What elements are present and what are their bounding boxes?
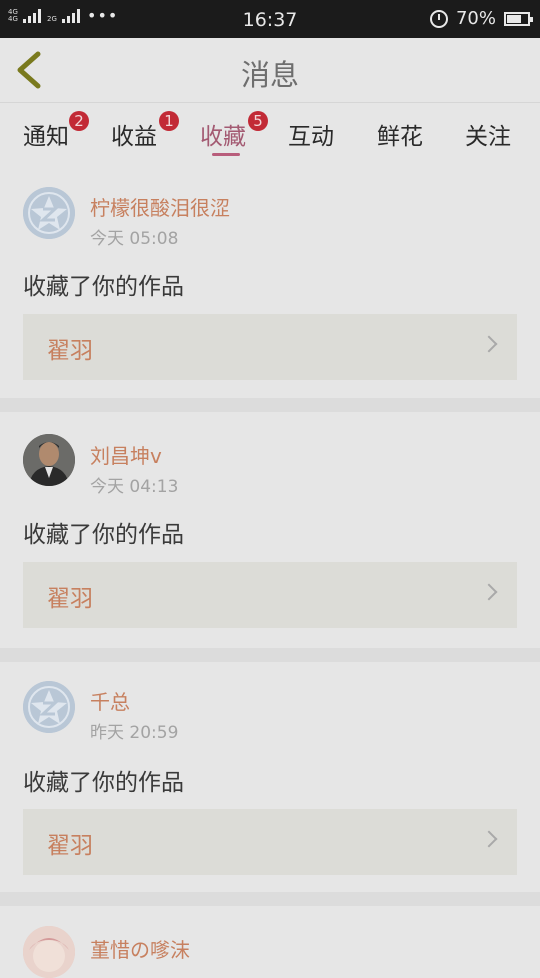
work-title: 翟羽 <box>47 833 93 859</box>
tab-label: 鲜花 <box>377 124 423 150</box>
tab-label: 收益 <box>111 124 157 150</box>
list-item: 刘昌坤v 今天 04:13 收藏了你的作品 翟羽 <box>0 412 540 648</box>
status-right: 70% <box>429 8 533 29</box>
work-link[interactable]: 翟羽 <box>23 809 517 875</box>
tab-interactions[interactable]: 互动 <box>288 117 334 151</box>
divider <box>0 398 540 412</box>
page-title: 消息 <box>240 58 299 92</box>
person-photo-icon <box>23 434 75 486</box>
photo-avatar[interactable] <box>23 434 75 486</box>
status-bar: 4G 4G 2G ••• 16:37 70% <box>0 0 540 38</box>
work-title: 翟羽 <box>47 338 93 364</box>
battery-icon <box>504 11 533 26</box>
active-tab-indicator <box>212 153 240 156</box>
star-icon <box>23 681 75 733</box>
tab-follows[interactable]: 关注 <box>465 117 511 151</box>
chevron-right-icon <box>480 335 498 353</box>
header: 消息 <box>0 38 540 102</box>
anime-avatar-icon <box>23 926 75 978</box>
battery-percent: 70% <box>455 8 496 29</box>
tab-bar: 通知 2 收益 1 收藏 5 互动 鲜花 关注 <box>0 102 540 161</box>
tab-label: 通知 <box>23 124 69 150</box>
tab-earnings[interactable]: 收益 1 <box>111 111 179 151</box>
divider <box>0 892 540 906</box>
action-text: 收藏了你的作品 <box>23 522 184 548</box>
tab-label: 关注 <box>465 124 511 150</box>
work-link[interactable]: 翟羽 <box>23 562 517 628</box>
timestamp: 昨天 20:59 <box>90 723 179 743</box>
work-title: 翟羽 <box>47 586 93 612</box>
star-icon <box>23 187 75 239</box>
tab-label: 互动 <box>288 124 334 150</box>
tab-label: 收藏 <box>200 124 246 150</box>
action-text: 收藏了你的作品 <box>23 274 184 300</box>
tab-favorites[interactable]: 收藏 5 <box>200 111 268 151</box>
list-item: 堇惜の嗲沫 <box>0 906 540 978</box>
username[interactable]: 刘昌坤v <box>90 440 162 469</box>
username[interactable]: 柠檬很酸泪很涩 <box>90 192 230 221</box>
default-avatar[interactable] <box>23 187 75 239</box>
default-avatar[interactable] <box>23 681 75 733</box>
divider <box>0 648 540 662</box>
work-link[interactable]: 翟羽 <box>23 314 517 380</box>
tab-notifications[interactable]: 通知 2 <box>23 111 89 151</box>
list-item: 柠檬很酸泪很涩 今天 05:08 收藏了你的作品 翟羽 <box>0 162 540 398</box>
chevron-right-icon <box>480 583 498 601</box>
unread-badge: 1 <box>159 111 179 131</box>
alarm-icon <box>429 9 448 28</box>
unread-badge: 2 <box>69 111 89 131</box>
list-item: 千总 昨天 20:59 收藏了你的作品 翟羽 <box>0 662 540 898</box>
action-text: 收藏了你的作品 <box>23 770 184 796</box>
username[interactable]: 千总 <box>90 686 130 715</box>
unread-badge: 5 <box>248 111 268 131</box>
username[interactable]: 堇惜の嗲沫 <box>90 934 190 963</box>
tab-flowers[interactable]: 鲜花 <box>377 117 423 151</box>
timestamp: 今天 04:13 <box>90 477 179 497</box>
illustration-avatar[interactable] <box>23 926 75 978</box>
timestamp: 今天 05:08 <box>90 229 179 249</box>
chevron-right-icon <box>480 830 498 848</box>
